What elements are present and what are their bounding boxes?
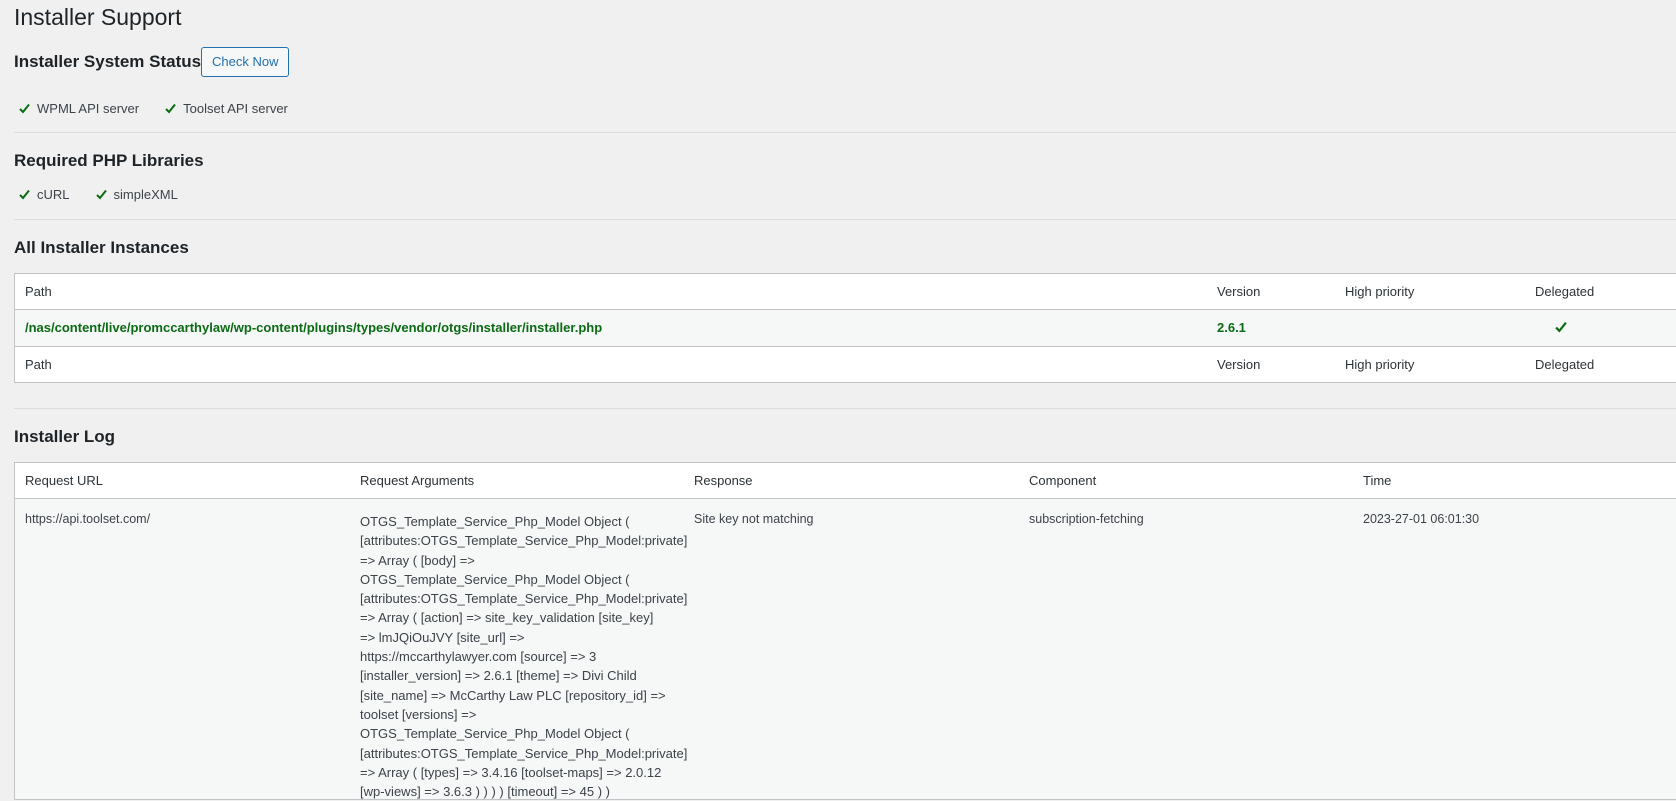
column-header-version: Version xyxy=(1217,284,1261,299)
system-status-list: WPML API server Toolset API server xyxy=(19,101,288,116)
divider xyxy=(14,408,1676,409)
installer-instances-table: Path Version High priority Delegated /na… xyxy=(14,273,1676,383)
library-label: cURL xyxy=(37,187,70,202)
column-header-delegated: Delegated xyxy=(1535,284,1595,299)
column-header-response: Response xyxy=(694,473,753,488)
divider xyxy=(14,132,1676,133)
instance-version: 2.6.1 xyxy=(1217,320,1246,335)
check-icon xyxy=(95,189,107,200)
column-header-request-url: Request URL xyxy=(25,473,104,488)
installer-log-table: Request URL Request Arguments Response C… xyxy=(14,462,1676,800)
column-header-path: Path xyxy=(25,284,52,299)
log-component: subscription-fetching xyxy=(1029,512,1144,526)
check-now-button[interactable]: Check Now xyxy=(201,47,290,77)
check-icon xyxy=(165,103,176,114)
log-request-arguments: OTGS_Template_Service_Php_Model Object (… xyxy=(360,514,688,800)
php-libraries-title: Required PHP Libraries xyxy=(14,151,204,170)
php-libraries-list: cURL simpleXML xyxy=(19,187,178,202)
table-footer: Path Version High priority Delegated xyxy=(15,346,1676,382)
table-header: Request URL Request Arguments Response C… xyxy=(15,463,1676,499)
column-footer-path: Path xyxy=(25,357,52,372)
table-row: /nas/content/live/promccarthylaw/wp-cont… xyxy=(15,310,1676,346)
log-time: 2023-27-01 06:01:30 xyxy=(1363,512,1480,526)
status-item-wpml-api: WPML API server xyxy=(19,101,139,116)
installer-instances-title: All Installer Instances xyxy=(14,238,189,257)
log-response: Site key not matching xyxy=(694,512,814,526)
instance-path: /nas/content/live/promccarthylaw/wp-cont… xyxy=(25,320,603,335)
column-header-high-priority: High priority xyxy=(1345,284,1415,299)
delegated-check-icon xyxy=(1555,321,1567,336)
column-footer-version: Version xyxy=(1217,357,1261,372)
page-title: Installer Support xyxy=(14,4,182,30)
column-header-component: Component xyxy=(1029,473,1097,488)
status-item-toolset-api: Toolset API server xyxy=(165,101,288,116)
library-label: simpleXML xyxy=(113,187,178,202)
installer-log-title: Installer Log xyxy=(14,427,116,446)
check-icon xyxy=(19,103,30,114)
column-header-time: Time xyxy=(1363,473,1392,488)
library-item-simplexml: simpleXML xyxy=(95,187,178,202)
table-row: https://api.toolset.com/ OTGS_Template_S… xyxy=(15,499,1676,799)
table-header: Path Version High priority Delegated xyxy=(15,274,1676,310)
log-request-url: https://api.toolset.com/ xyxy=(25,512,151,526)
divider xyxy=(14,219,1676,220)
status-label: WPML API server xyxy=(37,101,140,116)
column-footer-high-priority: High priority xyxy=(1345,357,1415,372)
library-item-curl: cURL xyxy=(19,187,70,202)
system-status-title: Installer System Status xyxy=(14,52,202,71)
column-footer-delegated: Delegated xyxy=(1535,357,1595,372)
status-label: Toolset API server xyxy=(183,101,288,116)
column-header-request-arguments: Request Arguments xyxy=(360,473,475,488)
check-icon xyxy=(19,189,30,200)
